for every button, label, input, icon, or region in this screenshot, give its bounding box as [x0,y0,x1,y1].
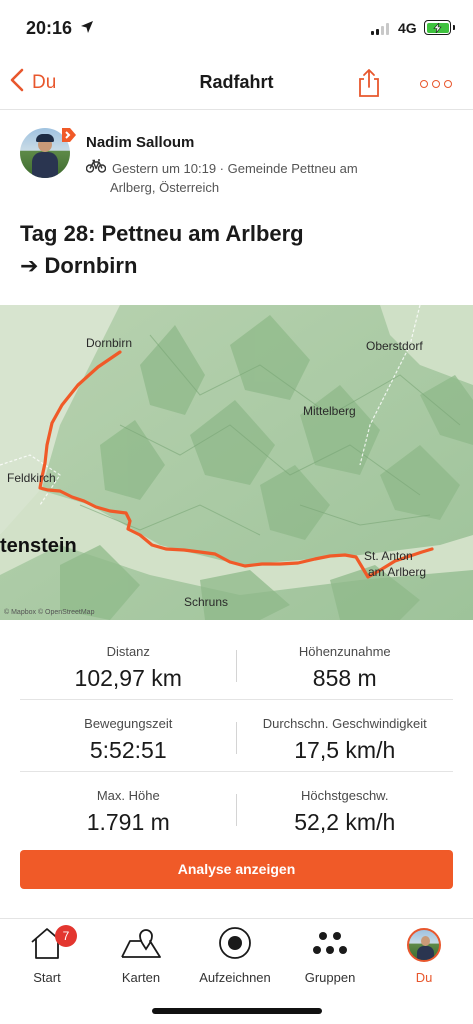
map-label-dornbirn: Dornbirn [86,336,133,350]
bicycle-icon [85,159,107,178]
stat-label: Bewegungszeit [84,716,173,731]
tab-label: Start [33,970,61,985]
home-indicator[interactable] [152,1008,322,1014]
stat-value: 102,97 km [74,665,182,691]
stats-row: Distanz 102,97 km Höhenzunahme 858 m [20,628,453,700]
record-icon [218,926,252,965]
tab-aufzeichnen[interactable]: Aufzeichnen [188,925,282,985]
stat-value: 858 m [312,665,377,691]
activity-title-line-1: Tag 28: Pettneu am Arlberg [20,221,304,246]
stat-label: Distanz [106,644,150,659]
stat-label: Höhenzunahme [298,644,391,659]
tab-label: Du [415,970,433,985]
map-label-mittelberg: Mittelberg [303,404,356,418]
map-label-liechtenstein: tenstein [0,535,77,557]
stat-max-speed: Höchstgeschw. 52,2 km/h [237,772,454,844]
more-dots-icon[interactable] [420,80,452,88]
meta-line-2: Arlberg, Österreich [110,180,220,195]
stat-divider [236,794,237,826]
battery-charging-icon [424,20,455,35]
tab-gruppen[interactable]: Gruppen [283,925,377,985]
map-attribution[interactable]: © Mapbox © OpenStreetMap [4,609,94,616]
activity-title: Tag 28: Pettneu am Arlberg ➔ Dornbirn [20,218,450,282]
status-time: 20:16 [26,18,73,38]
athlete-avatar[interactable] [20,128,76,180]
stat-label: Max. Höhe [96,788,160,803]
map-label-am-arlberg: am Arlberg [368,565,427,579]
stat-divider [236,650,237,682]
share-icon[interactable] [357,68,381,103]
activity-title-line-2: ➔ Dornbirn [20,253,138,278]
map-label-schruns: Schruns [184,595,229,609]
notification-badge: 7 [55,925,77,947]
stat-moving-time: Bewegungszeit 5:52:51 [20,700,237,771]
tab-karten[interactable]: Karten [94,925,188,985]
stats-grid: Distanz 102,97 km Höhenzunahme 858 m Bew… [20,628,453,844]
nav-bar: Du Radfahrt [0,56,473,110]
location-arrow-icon [80,20,94,39]
profile-avatar-icon [407,928,441,962]
activity-meta: Gestern um 10:19 · Gemeinde Pettneu am A… [85,159,386,197]
tab-label: Aufzeichnen [199,970,271,985]
stat-elevation-gain: Höhenzunahme 858 m [237,628,454,699]
stat-value: 5:52:51 [89,737,167,763]
strava-badge-icon [62,128,76,142]
stat-max-elevation: Max. Höhe 1.791 m [20,772,237,844]
analyse-button[interactable]: Analyse anzeigen [20,850,453,889]
stat-value: 17,5 km/h [294,737,396,763]
athlete-header: Nadim Salloum Gestern um 10:19 · Gemeind… [20,126,460,196]
stats-row: Bewegungszeit 5:52:51 Durchschn. Geschwi… [20,700,453,772]
page-title: Radfahrt [199,72,274,92]
tab-label: Gruppen [304,970,356,985]
stat-value: 52,2 km/h [294,809,396,835]
map-pin-icon [120,927,162,964]
route-map[interactable]: Dornbirn Oberstdorf Mittelberg Feldkirch… [0,305,473,620]
stat-avg-speed: Durchschn. Geschwindigkeit 17,5 km/h [237,700,454,771]
stat-label: Durchschn. Geschwindigkeit [262,716,427,731]
stat-value: 1.791 m [86,809,170,835]
tab-start[interactable]: 7 Start [0,925,94,985]
map-label-oberstdorf: Oberstdorf [366,339,423,353]
stat-label: Höchstgeschw. [301,788,389,803]
stat-distance: Distanz 102,97 km [20,628,237,699]
athlete-name[interactable]: Nadim Salloum [86,134,194,151]
signal-icon [371,23,389,35]
tab-label: Karten [121,970,161,985]
tab-du[interactable]: Du [377,925,471,985]
network-type: 4G [398,20,417,36]
map-label-feldkirch: Feldkirch [7,471,56,485]
status-bar: 20:16 4G [0,0,473,56]
stats-row: Max. Höhe 1.791 m Höchstgeschw. 52,2 km/… [20,772,453,844]
map-label-st-anton: St. Anton [364,549,413,563]
meta-line-1: Gestern um 10:19 · Gemeinde Pettneu am [112,161,358,176]
stat-divider [236,722,237,754]
groups-icon [312,928,348,963]
